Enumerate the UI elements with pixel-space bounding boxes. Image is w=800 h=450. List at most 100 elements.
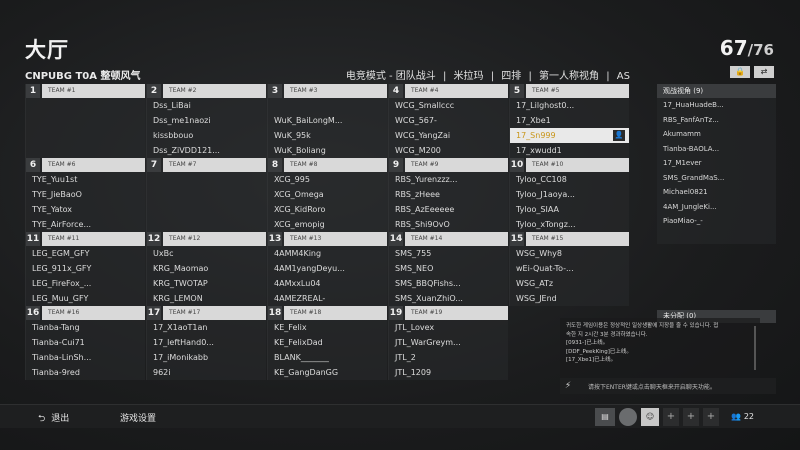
player-slot[interactable]: 4AM1yangDeyu... [268, 261, 387, 276]
player-slot[interactable]: SMS_BBQFishs... [389, 276, 508, 291]
player-slot[interactable] [147, 217, 266, 232]
player-slot[interactable]: 17_iMonikabb [147, 350, 266, 365]
player-slot[interactable]: JTL_1209 [389, 365, 508, 380]
player-slot[interactable]: RBS_zHeee [389, 187, 508, 202]
team-header[interactable]: 10 TEAM #10 [510, 158, 629, 172]
player-slot[interactable]: KE_GangDanGG [268, 365, 387, 380]
spectator-item[interactable]: SMS_GrandMaS... [657, 171, 776, 186]
player-slot[interactable]: WSG_Why8 [510, 246, 629, 261]
spectator-item[interactable]: 17_HuaHuadeB... [657, 98, 776, 113]
invite-slot-1[interactable]: + [663, 408, 679, 426]
team-header[interactable]: 13 TEAM #13 [268, 232, 387, 246]
friends-count[interactable]: 👥 22 [731, 412, 754, 421]
team-header[interactable]: 19 TEAM #19 [389, 306, 508, 320]
team-header[interactable]: 11 TEAM #11 [26, 232, 145, 246]
player-slot[interactable]: BLANK_______ [268, 350, 387, 365]
avatar[interactable]: ☺ [641, 408, 659, 426]
team-header[interactable]: 2 TEAM #2 [147, 84, 266, 98]
team-header[interactable]: 8 TEAM #8 [268, 158, 387, 172]
spectator-header[interactable]: 观战视角 (9) [657, 84, 776, 98]
player-slot[interactable]: 4AMM4King [268, 246, 387, 261]
player-slot[interactable]: Tianba-LinSh... [26, 350, 145, 365]
team-header[interactable]: 17 TEAM #17 [147, 306, 266, 320]
team-header[interactable]: 7 TEAM #7 [147, 158, 266, 172]
player-slot[interactable]: 17_X1aoT1an [147, 320, 266, 335]
player-slot[interactable]: 17_Sn999 👤 [510, 128, 629, 143]
player-slot[interactable]: LEG_911x_GFY [26, 261, 145, 276]
player-slot[interactable]: Tianba-Cui71 [26, 335, 145, 350]
spectator-item[interactable]: PiaoMiao-_- [657, 214, 776, 229]
player-slot[interactable] [26, 143, 145, 158]
player-slot[interactable]: XCG_995 [268, 172, 387, 187]
player-slot[interactable]: WCG_Smallccc [389, 98, 508, 113]
player-slot[interactable] [147, 187, 266, 202]
player-slot[interactable]: WCG_M200 [389, 143, 508, 158]
player-slot[interactable]: Dss_LiBai [147, 98, 266, 113]
player-slot[interactable]: Dss_me1naozi [147, 113, 266, 128]
player-profile-icon[interactable]: 👤 [613, 130, 625, 141]
player-slot[interactable]: WSG_ATz [510, 276, 629, 291]
player-slot[interactable]: TYE_AirForce... [26, 217, 145, 232]
team-header[interactable]: 16 TEAM #16 [26, 306, 145, 320]
player-slot[interactable]: wEi-Quat-To-... [510, 261, 629, 276]
player-slot[interactable]: TYE_Yatox [26, 202, 145, 217]
chat-toggle-icon[interactable]: ▤ [595, 408, 615, 426]
spectator-item[interactable]: RBS_FanfAnTz... [657, 113, 776, 128]
player-slot[interactable]: LEG_Muu_GFY [26, 291, 145, 306]
player-slot[interactable] [147, 172, 266, 187]
team-header[interactable]: 12 TEAM #12 [147, 232, 266, 246]
player-slot[interactable] [26, 128, 145, 143]
player-slot[interactable]: JTL_Lovex [389, 320, 508, 335]
player-slot[interactable]: RBS_AzEeeeee [389, 202, 508, 217]
player-slot[interactable]: TYE_JieBaoO [26, 187, 145, 202]
player-slot[interactable]: Tianba-Tang [26, 320, 145, 335]
spectator-item[interactable]: 17_M1ever [657, 156, 776, 171]
team-header[interactable]: 5 TEAM #5 [510, 84, 629, 98]
team-header[interactable]: 9 TEAM #9 [389, 158, 508, 172]
player-slot[interactable]: SMS_NEO [389, 261, 508, 276]
chat-scrollbar[interactable] [754, 326, 756, 370]
player-slot[interactable]: RBS_Yurenzzz... [389, 172, 508, 187]
team-header[interactable]: 15 TEAM #15 [510, 232, 629, 246]
player-slot[interactable]: WSG_JEnd [510, 291, 629, 306]
player-slot[interactable]: WuK_BaiLongM... [268, 113, 387, 128]
player-slot[interactable]: LEG_EGM_GFY [26, 246, 145, 261]
player-slot[interactable]: KRG_TWOTAP [147, 276, 266, 291]
player-slot[interactable]: UxBc [147, 246, 266, 261]
team-header[interactable]: 1 TEAM #1 [26, 84, 145, 98]
player-slot[interactable]: KE_FelixDad [268, 335, 387, 350]
player-slot[interactable]: Tyloo_SIAA [510, 202, 629, 217]
player-slot[interactable]: 17_Xbe1 [510, 113, 629, 128]
lock-icon[interactable]: 🔒 [730, 66, 750, 78]
player-slot[interactable] [26, 98, 145, 113]
spectator-item[interactable]: 4AM_JungleKi... [657, 200, 776, 215]
player-slot[interactable]: 17_xwudd1 [510, 143, 629, 158]
player-slot[interactable]: Tyloo_xTongz... [510, 217, 629, 232]
player-slot[interactable]: KRG_Maomao [147, 261, 266, 276]
invite-slot-3[interactable]: + [703, 408, 719, 426]
player-slot[interactable]: XCG_emopig [268, 217, 387, 232]
player-slot[interactable]: Tyloo_J1aoya... [510, 187, 629, 202]
player-slot[interactable]: WuK_95k [268, 128, 387, 143]
player-slot[interactable]: XCG_KidRoro [268, 202, 387, 217]
globe-icon[interactable] [619, 408, 637, 426]
player-slot[interactable]: 17_Lilghost0... [510, 98, 629, 113]
invite-slot-2[interactable]: + [683, 408, 699, 426]
player-slot[interactable]: WuK_Boliang [268, 143, 387, 158]
player-slot[interactable]: Tianba-9red [26, 365, 145, 380]
player-slot[interactable]: kissbbouo [147, 128, 266, 143]
player-slot[interactable]: KRG_LEMON [147, 291, 266, 306]
team-header[interactable]: 18 TEAM #18 [268, 306, 387, 320]
player-slot[interactable]: 4AMEZREAL- [268, 291, 387, 306]
player-slot[interactable]: JTL_2 [389, 350, 508, 365]
player-slot[interactable]: WCG_567- [389, 113, 508, 128]
player-slot[interactable]: LEG_FireFox_... [26, 276, 145, 291]
spectator-item[interactable]: Akumamm [657, 127, 776, 142]
chat-input[interactable]: ⚡ 请按下ENTER键或点击聊天框来开启聊天功能。 [560, 378, 776, 394]
player-slot[interactable]: TYE_Yuu1st [26, 172, 145, 187]
player-slot[interactable]: SMS_XuanZhiO... [389, 291, 508, 306]
team-header[interactable]: 14 TEAM #14 [389, 232, 508, 246]
player-slot[interactable]: 4AMxxLu04 [268, 276, 387, 291]
player-slot[interactable]: 17_leftHand0... [147, 335, 266, 350]
player-slot[interactable]: XCG_Omega [268, 187, 387, 202]
